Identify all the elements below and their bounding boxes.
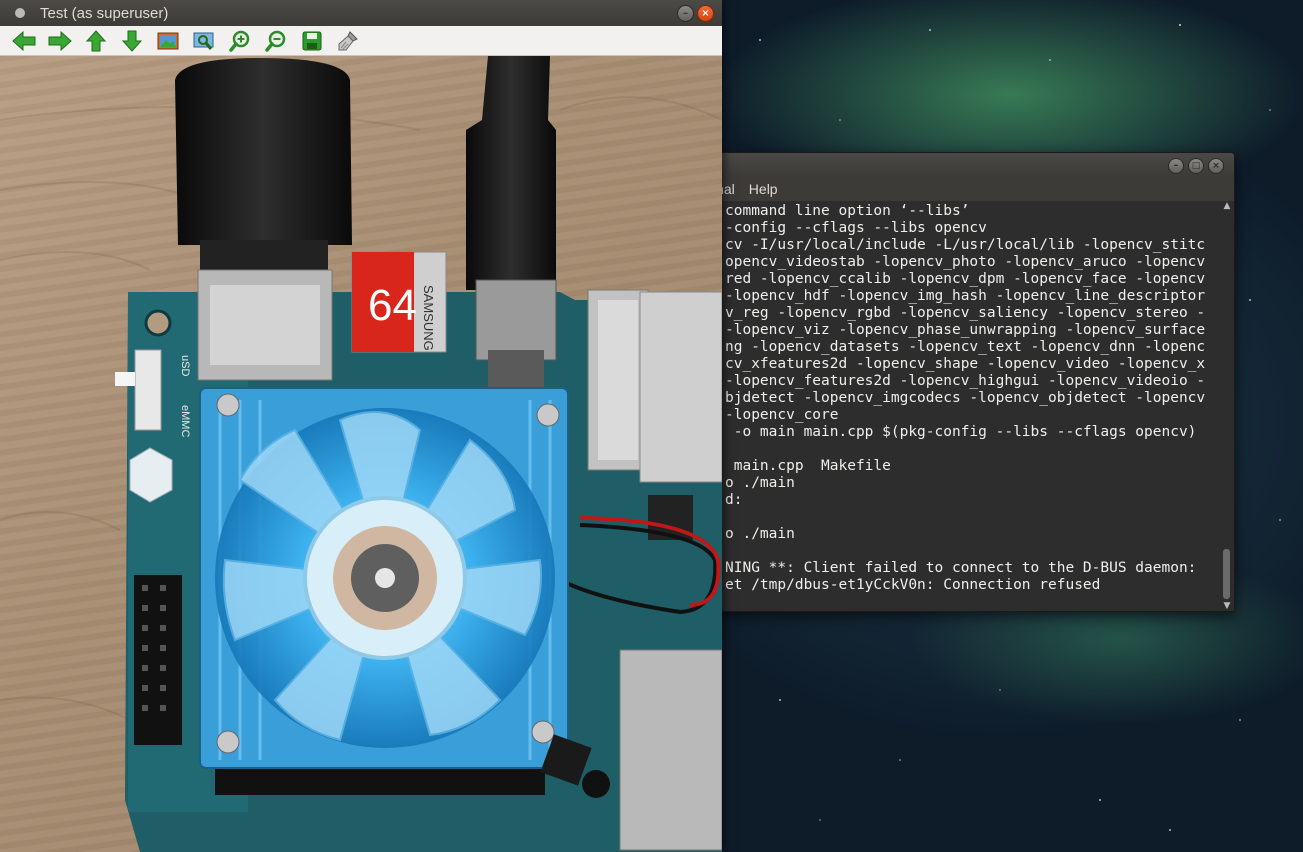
zoom-fit-button[interactable] <box>190 29 218 53</box>
zoom-out-button[interactable] <box>262 29 290 53</box>
close-icon[interactable]: × <box>1208 158 1224 174</box>
terminal-line: cv_xfeatures2d -lopencv_shape -lopencv_v… <box>725 356 1206 372</box>
terminal-line: main.cpp Makefile <box>725 458 891 474</box>
minimize-icon[interactable]: – <box>1168 158 1184 174</box>
image-canvas[interactable]: 64 SAMSUNG uSD eMMC <box>0 56 722 852</box>
show-image-button[interactable] <box>154 29 182 53</box>
terminal-titlebar[interactable]: – □ × <box>641 153 1234 177</box>
terminal-line: d: <box>725 492 743 508</box>
zoom-fit-icon <box>193 32 214 50</box>
back-button[interactable] <box>10 29 38 53</box>
terminal-menubar: inal Help <box>641 177 1234 201</box>
terminal-line: -lopencv_hdf -lopencv_img_hash -lopencv_… <box>725 288 1206 304</box>
terminal-line: red -lopencv_ccalib -lopencv_dpm -lopenc… <box>725 271 1206 287</box>
terminal-line: NING **: Client failed to connect to the… <box>725 560 1197 576</box>
brush-icon <box>338 30 358 50</box>
terminal-scrollbar[interactable]: ▲ ▼ <box>1220 201 1234 611</box>
terminal-line: o ./main <box>725 526 795 542</box>
viewer-toolbar <box>0 26 722 56</box>
terminal-line: -lopencv_core <box>725 407 839 423</box>
terminal-line: bjdetect -lopencv_imgcodecs -lopencv_obj… <box>725 390 1206 406</box>
scrollbar-thumb[interactable] <box>1223 549 1230 599</box>
terminal-output[interactable]: command line option ‘--libs’ -config --cf… <box>641 201 1220 611</box>
app-icon <box>15 8 25 18</box>
terminal-line: cv -I/usr/local/include -L/usr/local/lib… <box>725 237 1206 253</box>
scroll-down-icon[interactable]: ▼ <box>1220 601 1234 611</box>
terminal-line: o ./main <box>725 475 795 491</box>
terminal-line: v_reg -lopencv_rgbd -lopencv_saliency -l… <box>725 305 1206 321</box>
terminal-line: opencv_videostab -lopencv_photo -lopencv… <box>725 254 1206 270</box>
terminal-line: ng -lopencv_datasets -lopencv_text -lope… <box>725 339 1206 355</box>
terminal-line: command line option ‘--libs’ <box>725 203 970 219</box>
terminal-line: -lopencv_viz -lopencv_phase_unwrapping -… <box>725 322 1206 338</box>
sd-card-brand: SAMSUNG <box>421 285 436 351</box>
forward-button[interactable] <box>46 29 74 53</box>
menu-help[interactable]: Help <box>749 181 778 197</box>
zoom-out-icon <box>265 30 286 52</box>
clear-button[interactable] <box>334 29 362 53</box>
zoom-in-icon <box>229 30 250 52</box>
save-icon <box>302 31 322 50</box>
zoom-in-button[interactable] <box>226 29 254 53</box>
board-label-usd: uSD <box>179 355 191 376</box>
photo-single-board-computer: 64 SAMSUNG uSD eMMC <box>0 56 722 852</box>
minimize-icon[interactable]: – <box>677 5 694 22</box>
terminal-line: et /tmp/dbus-et1yCckV0n: Connection refu… <box>725 577 1101 593</box>
maximize-icon[interactable]: □ <box>1188 158 1204 174</box>
down-arrow-icon <box>122 30 142 52</box>
sd-card-capacity: 64 <box>368 281 417 330</box>
terminal-line: -config --cflags --libs opencv <box>725 220 987 236</box>
image-icon <box>157 32 179 49</box>
scroll-up-icon[interactable]: ▲ <box>1220 201 1234 213</box>
back-arrow-icon <box>12 30 36 51</box>
window-title: Test (as superuser) <box>40 4 169 22</box>
terminal-line: -lopencv_features2d -lopencv_highgui -lo… <box>725 373 1206 389</box>
up-arrow-icon <box>86 29 106 51</box>
board-label-emmc: eMMC <box>179 405 191 437</box>
viewer-titlebar[interactable]: Test (as superuser) – × <box>0 0 722 26</box>
close-icon[interactable]: × <box>697 5 714 22</box>
down-button[interactable] <box>118 29 146 53</box>
image-viewer-window[interactable]: Test (as superuser) – × 64 SAMSUNG uSD e… <box>0 0 722 852</box>
forward-arrow-icon <box>48 30 72 51</box>
up-button[interactable] <box>82 29 110 53</box>
save-button[interactable] <box>298 29 326 53</box>
terminal-line: -o main main.cpp $(pkg-config --libs --c… <box>725 424 1197 440</box>
terminal-window[interactable]: – □ × inal Help command line option ‘--l… <box>640 152 1235 612</box>
